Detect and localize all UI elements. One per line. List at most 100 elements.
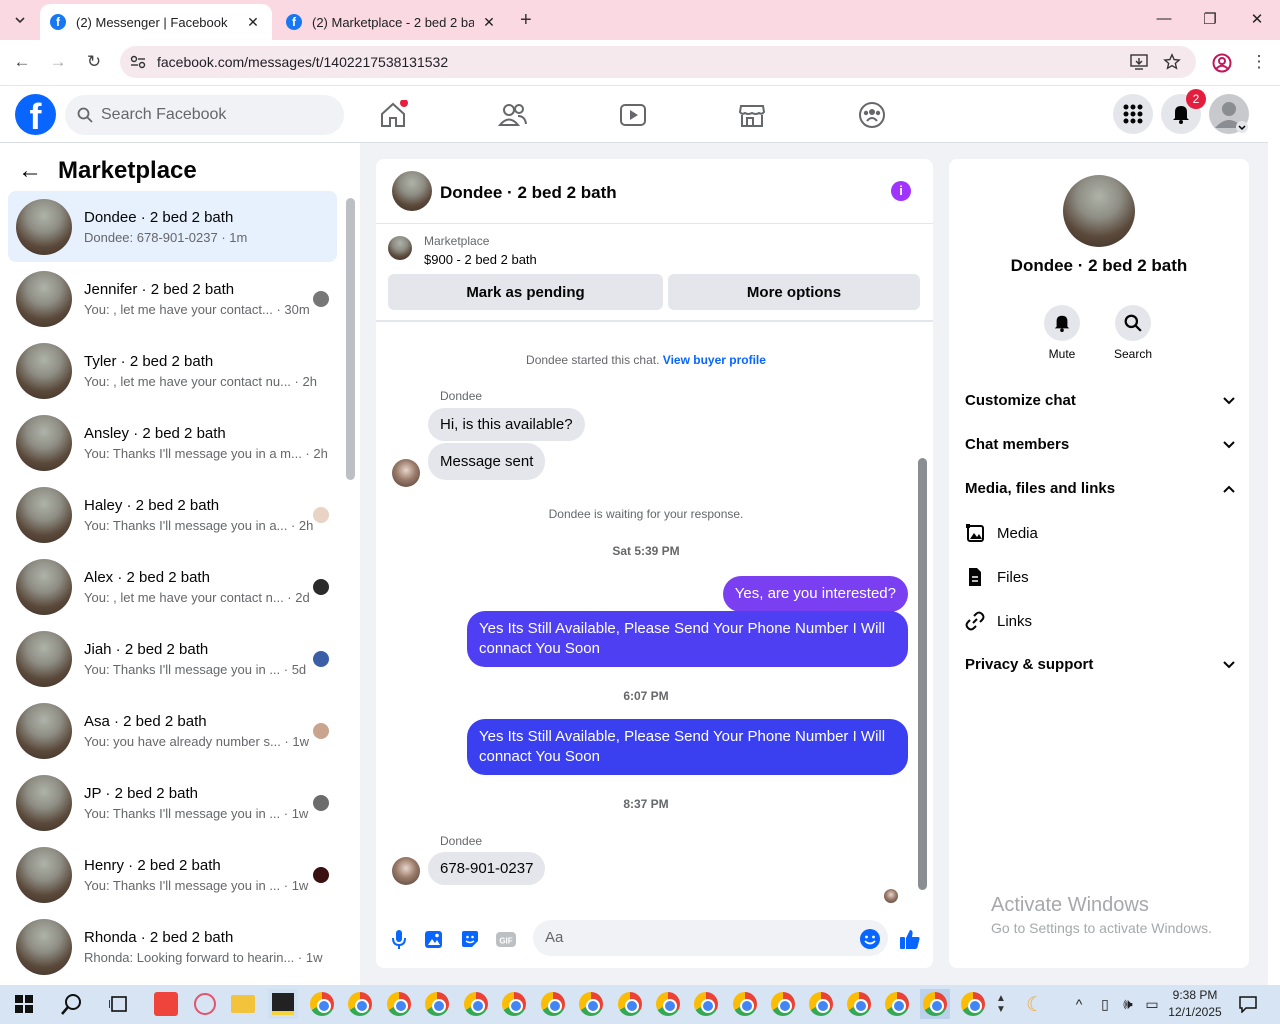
chrome-icon[interactable] (422, 989, 452, 1019)
chrome-icon[interactable] (499, 989, 529, 1019)
taskbar-search-icon[interactable] (57, 989, 87, 1019)
chat-avatar[interactable] (392, 171, 432, 211)
mark-pending-button[interactable]: Mark as pending (388, 274, 663, 310)
install-app-icon[interactable] (1130, 54, 1148, 70)
chat-scrollbar[interactable] (918, 458, 927, 890)
conversation-item[interactable]: Tyler · 2 bed 2 bath You: , let me have y… (8, 335, 337, 406)
night-light-icon[interactable]: ☾ (1020, 989, 1050, 1019)
friends-icon[interactable] (498, 100, 528, 130)
search-input[interactable]: Search Facebook (65, 95, 344, 135)
restore-icon[interactable]: ❐ (1200, 10, 1220, 28)
like-icon[interactable] (899, 928, 921, 950)
conversation-item[interactable]: Asa · 2 bed 2 bath You: you have already … (8, 695, 337, 766)
reload-icon[interactable]: ↻ (83, 52, 105, 72)
conversation-item[interactable]: Jiah · 2 bed 2 bath You: Thanks I'll mess… (8, 623, 337, 694)
page-scrollbar[interactable] (1268, 88, 1280, 985)
info-icon[interactable]: i (891, 181, 911, 201)
tab-search-dropdown-icon[interactable] (8, 8, 32, 32)
close-tab-icon[interactable]: ✕ (480, 14, 498, 31)
sticky-notes-icon[interactable] (268, 989, 298, 1019)
chat-title[interactable]: Dondee · 2 bed 2 bath (440, 183, 617, 203)
notification-center-icon[interactable] (1233, 989, 1263, 1019)
conversation-item[interactable]: Jennifer · 2 bed 2 bath You: , let me hav… (8, 263, 337, 334)
conversation-item[interactable]: JP · 2 bed 2 bath You: Thanks I'll messag… (8, 767, 337, 838)
conversation-item[interactable]: Alex · 2 bed 2 bath You: , let me have yo… (8, 551, 337, 622)
task-view-icon[interactable] (104, 989, 134, 1019)
links-item[interactable]: Links (965, 611, 1032, 631)
chat-members-section[interactable]: Chat members (965, 436, 1235, 453)
start-icon[interactable] (9, 989, 39, 1019)
video-icon[interactable] (618, 100, 648, 130)
chrome-icon[interactable] (768, 989, 798, 1019)
groups-icon[interactable] (857, 100, 887, 130)
message-input[interactable]: Aa (533, 920, 888, 956)
chrome-icon[interactable] (576, 989, 606, 1019)
conversation-item[interactable]: Haley · 2 bed 2 bath You: Thanks I'll mes… (8, 479, 337, 550)
taskbar-overflow-icon[interactable]: ▲ ▼ (990, 989, 1012, 1019)
account-avatar-button[interactable] (1209, 94, 1249, 134)
chrome-icon[interactable] (691, 989, 721, 1019)
emoji-icon[interactable] (859, 928, 881, 950)
gif-icon[interactable]: GIF (495, 928, 517, 950)
chrome-icon[interactable] (538, 989, 568, 1019)
chrome-icon[interactable] (345, 989, 375, 1019)
close-tab-icon[interactable]: ✕ (244, 14, 262, 31)
photo-icon[interactable] (423, 928, 445, 950)
browser-menu-icon[interactable]: ⋮ (1248, 52, 1270, 72)
chrome-icon[interactable] (844, 989, 874, 1019)
chrome-icon[interactable] (920, 989, 950, 1019)
watermark-title: Activate Windows (991, 894, 1149, 916)
file-explorer-icon[interactable] (228, 989, 258, 1019)
menu-grid-button[interactable] (1113, 94, 1153, 134)
facebook-logo-icon[interactable]: f (15, 94, 56, 135)
chrome-icon[interactable] (461, 989, 491, 1019)
media-files-links-section[interactable]: Media, files and links (965, 480, 1235, 497)
microphone-icon[interactable] (388, 928, 410, 950)
chrome-icon[interactable] (653, 989, 683, 1019)
chrome-icon[interactable] (882, 989, 912, 1019)
marketplace-icon[interactable] (737, 100, 767, 130)
tab-marketplace[interactable]: f (2) Marketplace - 2 bed 2 bath | ✕ (276, 4, 508, 40)
listing-thumbnail[interactable] (388, 236, 412, 260)
snipping-tool-icon[interactable] (190, 989, 220, 1019)
chrome-icon[interactable] (307, 989, 337, 1019)
close-window-icon[interactable]: ✕ (1247, 10, 1267, 28)
site-info-icon[interactable] (130, 55, 146, 69)
sticker-icon[interactable] (459, 928, 481, 950)
more-options-button[interactable]: More options (668, 274, 920, 310)
contact-avatar[interactable] (1063, 175, 1135, 247)
profile-icon[interactable] (1212, 53, 1232, 73)
view-buyer-profile-link[interactable]: View buyer profile (663, 353, 766, 367)
bookmark-star-icon[interactable] (1163, 53, 1181, 71)
forward-icon[interactable]: → (47, 52, 69, 72)
customize-chat-section[interactable]: Customize chat (965, 392, 1235, 409)
anydesk-icon[interactable] (151, 989, 181, 1019)
chrome-icon[interactable] (958, 989, 988, 1019)
chrome-icon[interactable] (806, 989, 836, 1019)
search-in-chat-button[interactable]: Search (1103, 305, 1163, 361)
conversation-item[interactable]: Rhonda · 2 bed 2 bath Rhonda: Looking for… (8, 911, 337, 982)
taskbar-clock[interactable]: 9:38 PM 12/1/2025 (1165, 987, 1225, 1021)
url-field[interactable]: facebook.com/messages/t/1402217538131532 (120, 46, 1196, 78)
sender-avatar[interactable] (392, 857, 420, 885)
tab-messenger[interactable]: f (2) Messenger | Facebook ✕ (40, 4, 272, 40)
chrome-icon[interactable] (615, 989, 645, 1019)
network-icon[interactable]: ▭ (1137, 989, 1167, 1019)
sidebar-scrollbar[interactable] (346, 198, 355, 480)
sender-avatar[interactable] (392, 459, 420, 487)
media-item[interactable]: Media (965, 523, 1038, 543)
conversation-item[interactable]: Dondee · 2 bed 2 bath Dondee: 678-901-023… (8, 191, 337, 262)
listing-title[interactable]: $900 - 2 bed 2 bath (424, 252, 537, 267)
back-icon[interactable]: ← (11, 52, 33, 72)
chrome-icon[interactable] (384, 989, 414, 1019)
privacy-support-section[interactable]: Privacy & support (965, 656, 1235, 673)
home-icon[interactable] (378, 100, 408, 130)
conversation-item[interactable]: Ansley · 2 bed 2 bath You: Thanks I'll me… (8, 407, 337, 478)
new-tab-icon[interactable]: + (520, 10, 532, 30)
chrome-icon[interactable] (730, 989, 760, 1019)
mute-button[interactable]: Mute (1032, 305, 1092, 361)
conversation-item[interactable]: Henry · 2 bed 2 bath You: Thanks I'll mes… (8, 839, 337, 910)
back-arrow-icon[interactable]: ← (18, 157, 42, 185)
minimize-icon[interactable]: — (1154, 10, 1174, 27)
files-item[interactable]: Files (965, 567, 1029, 587)
